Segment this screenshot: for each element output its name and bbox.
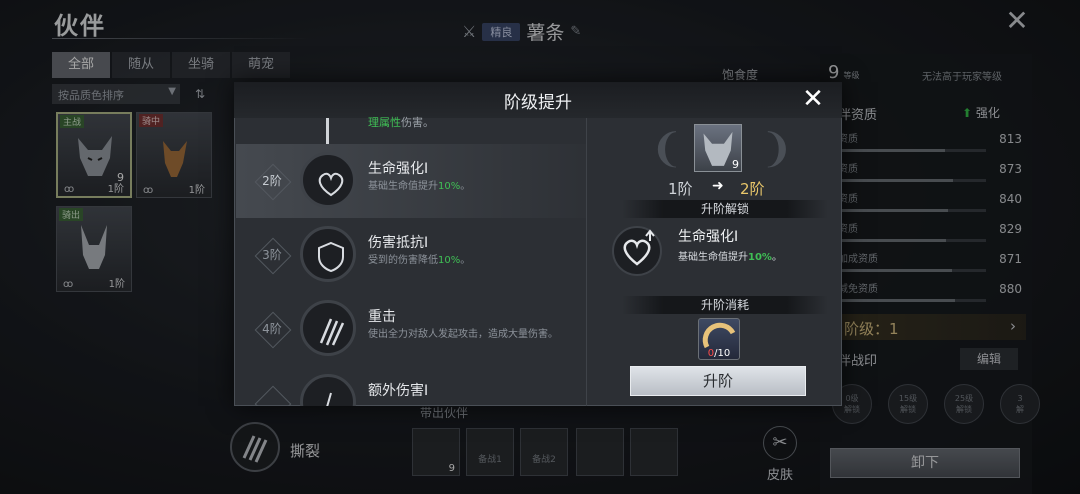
tier-skill-name: 生命强化I [368,161,429,177]
tier-skill-icon [300,374,356,406]
right-bracket-decor: ❩ [760,126,794,172]
dialog-divider [586,118,587,406]
partial-rest: 伤害。 [401,116,434,129]
tier-rank-badge [252,388,292,406]
rank-up-button[interactable]: 升阶 [630,366,806,396]
tier-skill-name: 重击 [368,309,396,325]
tier-desc-value: 10% [438,181,461,192]
tier-skill-name: 伤害抵抗I [368,235,429,251]
unlock-desc-text: 基础生命值提升 [678,252,748,263]
unlock-skill-desc: 基础生命值提升10%。 [678,248,782,263]
cost-need: /10 [714,348,731,359]
rank-to: 2阶 [740,180,765,198]
rank-tier-item[interactable]: 2阶 生命强化I 基础生命值提升10%。 [236,144,586,218]
rank-tier-item[interactable]: 3阶 伤害抵抗I 受到的伤害降低10%。 [236,218,586,292]
unlock-section-title: 升阶解锁 [622,200,828,218]
tier-rank-badge: 2阶 [252,166,292,196]
cost-count: 0/10 [699,348,739,359]
tier-rank: 4阶 [262,322,282,336]
unit-level: 9 [732,158,739,171]
dialog-title: 阶级提升 [504,93,572,113]
tier-rank: 3阶 [262,248,282,262]
tier-desc-text: 受到的伤害降低 [368,255,438,266]
tier-desc-end: 。 [460,255,471,266]
tier-skill-desc: 基础生命值提升10%。 [368,180,578,194]
tier-desc-partial: 理属性伤害。 [368,114,434,130]
tier-rank: 2阶 [262,174,282,188]
heart-upgrade-icon [612,226,662,276]
tier-rank-badge: 3阶 [252,240,292,270]
unit-portrait: 9 [694,124,742,172]
rank-tier-item[interactable]: 额外伤害I [236,366,586,406]
cost-section-title: 升阶消耗 [622,296,828,314]
rank-tier-item[interactable]: 4阶 重击使出全力对敌人发起攻击，造成大量伤害。 [236,292,586,366]
tier-desc-value: 10% [438,255,461,266]
unlock-desc-end: 。 [771,252,782,263]
unlock-skill-name: 生命强化I [678,229,739,245]
arrow-right-icon: ➜ [712,178,724,194]
tier-skill-desc: 受到的伤害降低10%。 [368,254,578,268]
tier-skill-icon [300,152,356,208]
tier-skill-name: 额外伤害I [368,383,429,399]
rank-tier-list[interactable]: 2阶 生命强化I 基础生命值提升10%。 3阶 伤害抵抗I 受到的伤害降低10%。 4阶 重击… [236,118,586,406]
tier-skill-icon [300,300,356,356]
rank-from: 1阶 [668,180,693,198]
tier-connector [326,118,329,144]
left-bracket-decor: ❨ [650,126,684,172]
partial-highlight: 理属性 [368,116,401,129]
tier-desc-end: 。 [460,181,471,192]
tier-desc-text: 基础生命值提升 [368,181,438,192]
dialog-close-icon[interactable]: ✕ [798,84,828,114]
tier-skill-icon [300,226,356,282]
tier-rank-badge: 4阶 [252,314,292,344]
tier-desc-text: 使出全力对敌人发起攻击，造成大量伤害。 [368,329,558,340]
tier-skill-desc: 使出全力对敌人发起攻击，造成大量伤害。 [368,328,578,342]
unlock-desc-value: 10% [748,252,772,263]
cost-item[interactable]: 0/10 [698,318,740,360]
